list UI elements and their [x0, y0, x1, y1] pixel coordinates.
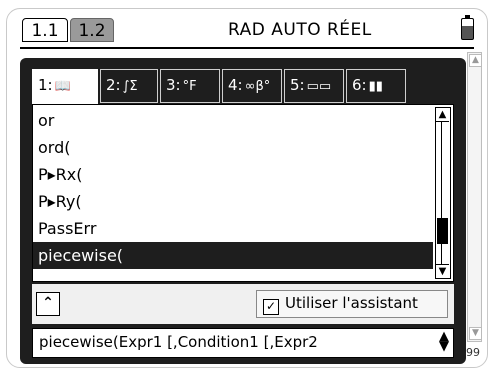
- document-scrollbar[interactable]: ▲ ▼: [467, 52, 482, 342]
- collapse-button[interactable]: ⌃: [36, 292, 60, 316]
- list-item-selected[interactable]: piecewise(: [33, 242, 433, 269]
- templates-icon: ▭▭: [306, 79, 332, 94]
- tab-catalog-3[interactable]: 3: °F: [160, 69, 220, 103]
- battery-icon: [461, 15, 474, 40]
- up-down-arrows-icon[interactable]: ▲ ▼: [439, 330, 449, 353]
- list-scrollbar[interactable]: ▲ ▼: [435, 107, 451, 279]
- checkbox-checked-icon[interactable]: ✓: [263, 299, 279, 315]
- tab-number: 1:: [38, 76, 53, 94]
- scroll-up-icon[interactable]: ▲: [469, 54, 482, 67]
- tab-catalog-6[interactable]: 6: ▮▮: [346, 69, 406, 103]
- mode-indicator: RAD AUTO RÉEL: [228, 20, 372, 40]
- page-tab-1-2[interactable]: 1.2: [70, 18, 114, 42]
- status-divider: [20, 47, 474, 49]
- page-tab-1-1[interactable]: 1.1: [22, 18, 68, 42]
- tab-number: 5:: [290, 76, 305, 94]
- tab-catalog-5[interactable]: 5: ▭▭: [284, 69, 344, 103]
- syntax-help[interactable]: piecewise(Expr1 [,Condition1 [,Expr2 ▲ ▼: [32, 328, 454, 358]
- tab-number: 3:: [166, 76, 181, 94]
- tab-number: 2:: [106, 76, 121, 94]
- tab-number: 6:: [352, 76, 367, 94]
- catalog-options: ⌃ ✓ Utiliser l'assistant: [32, 284, 454, 324]
- scroll-down-icon[interactable]: ▼: [469, 327, 482, 340]
- integral-sigma-icon: ∫Σ: [122, 79, 138, 94]
- list-item[interactable]: P▸Ry(: [33, 188, 433, 215]
- list-item[interactable]: P▸Rx(: [33, 161, 433, 188]
- tab-number: 4:: [228, 76, 243, 94]
- status-bar: 1.1 1.2 RAD AUTO RÉEL: [18, 15, 478, 46]
- wizard-label: Utiliser l'assistant: [285, 294, 418, 312]
- catalog-dialog: 1: 📖 2: ∫Σ 3: °F 4: ∞β° 5: ▭▭ 6: ▮▮ or ord( P▸…: [20, 58, 466, 364]
- tab-catalog-1[interactable]: 1: 📖: [32, 69, 98, 105]
- book-icon: 📖: [54, 79, 71, 94]
- units-icon: °F: [182, 79, 197, 94]
- tab-catalog-4[interactable]: 4: ∞β°: [222, 69, 282, 103]
- scroll-thumb[interactable]: [437, 218, 448, 244]
- syntax-help-text: piecewise(Expr1 [,Condition1 [,Expr2: [39, 333, 318, 351]
- tab-catalog-2[interactable]: 2: ∫Σ: [100, 69, 158, 103]
- wizard-checkbox[interactable]: ✓ Utiliser l'assistant: [256, 290, 448, 318]
- document-page-fragment: 99: [466, 346, 480, 359]
- symbols-icon: ∞β°: [244, 79, 271, 94]
- scroll-down-icon[interactable]: ▼: [436, 264, 449, 278]
- scroll-up-icon[interactable]: ▲: [436, 108, 449, 122]
- catalog-list[interactable]: or ord( P▸Rx( P▸Ry( PassErr piecewise( ▲…: [32, 104, 454, 282]
- list-item[interactable]: or: [33, 107, 433, 134]
- library-icon: ▮▮: [368, 79, 383, 94]
- list-item[interactable]: ord(: [33, 134, 433, 161]
- double-chevron-up-icon: ⌃: [42, 295, 54, 311]
- list-item[interactable]: PassErr: [33, 215, 433, 242]
